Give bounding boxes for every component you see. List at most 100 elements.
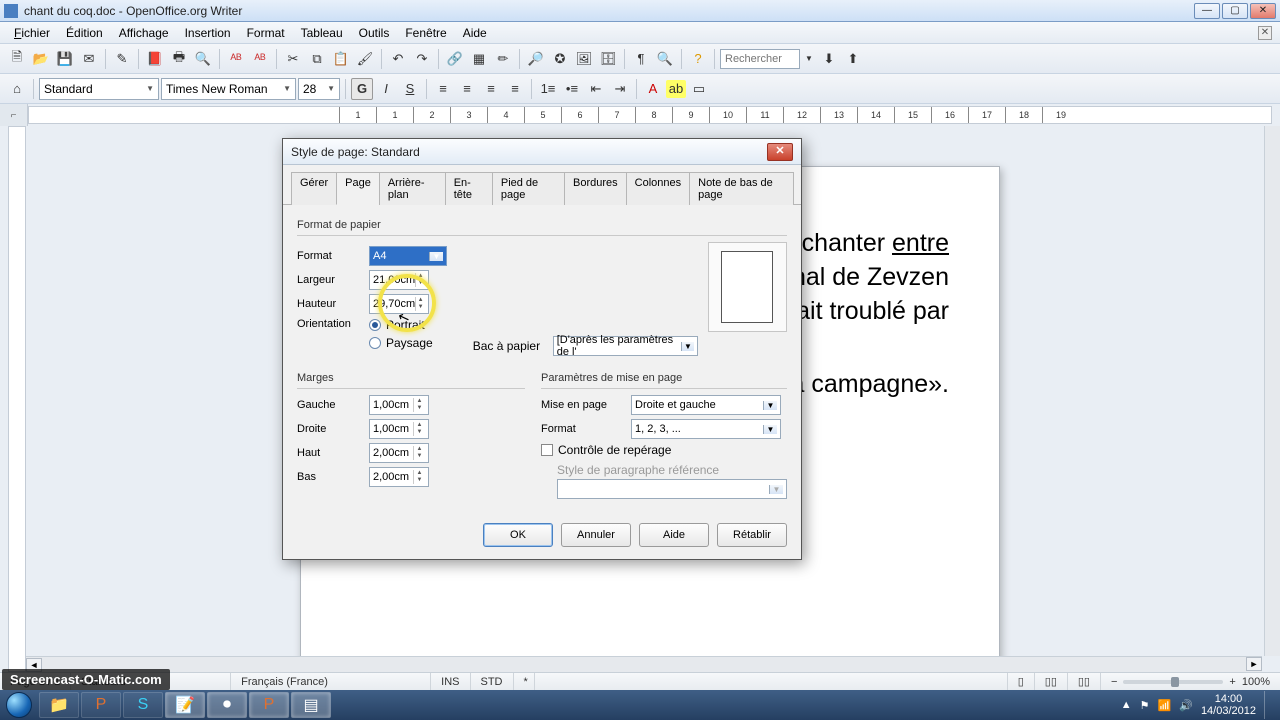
tab-gerer[interactable]: Gérer bbox=[291, 172, 337, 205]
menu-insertion[interactable]: Insertion bbox=[177, 24, 239, 42]
margin-top-spinner[interactable]: 2,00cm▲▼ bbox=[369, 443, 429, 463]
view-multi-icon[interactable]: ▯▯ bbox=[1034, 673, 1067, 690]
align-center-icon[interactable]: ≡ bbox=[456, 78, 478, 100]
zoom-in-icon[interactable]: + bbox=[1229, 676, 1235, 688]
search-down-icon[interactable]: ⬇ bbox=[818, 48, 840, 70]
tray-flag-icon[interactable]: ⚑ bbox=[1140, 699, 1150, 712]
start-button[interactable] bbox=[0, 690, 38, 720]
close-button[interactable]: ✕ bbox=[1250, 3, 1276, 19]
margin-left-spinner[interactable]: 1,00cm▲▼ bbox=[369, 395, 429, 415]
save-icon[interactable]: 💾 bbox=[54, 48, 76, 70]
menu-format[interactable]: Format bbox=[239, 24, 293, 42]
status-std[interactable]: STD bbox=[471, 673, 514, 690]
dialog-close-button[interactable]: ✕ bbox=[767, 143, 793, 161]
tab-note[interactable]: Note de bas de page bbox=[689, 172, 794, 205]
show-draw-icon[interactable]: ✏ bbox=[492, 48, 514, 70]
zoom-out-icon[interactable]: − bbox=[1111, 676, 1117, 688]
controle-reperage-checkbox[interactable] bbox=[541, 444, 553, 456]
format-paintbrush-icon[interactable]: 🖌 bbox=[354, 48, 376, 70]
increase-indent-icon[interactable]: ⇥ bbox=[609, 78, 631, 100]
menu-aide[interactable]: Aide bbox=[455, 24, 495, 42]
aide-button[interactable]: Aide bbox=[639, 523, 709, 547]
open-icon[interactable]: 📂 bbox=[30, 48, 52, 70]
hyperlink-icon[interactable]: 🔗 bbox=[444, 48, 466, 70]
minimize-button[interactable]: — bbox=[1194, 3, 1220, 19]
retablir-button[interactable]: Rétablir bbox=[717, 523, 787, 547]
maximize-button[interactable]: ▢ bbox=[1222, 3, 1248, 19]
view-book-icon[interactable]: ▯▯ bbox=[1067, 673, 1100, 690]
gallery-icon[interactable]: 🖼 bbox=[573, 48, 595, 70]
margin-bottom-spinner[interactable]: 2,00cm▲▼ bbox=[369, 467, 429, 487]
navigator-icon[interactable]: ✪ bbox=[549, 48, 571, 70]
align-right-icon[interactable]: ≡ bbox=[480, 78, 502, 100]
pdf-export-icon[interactable]: 📕 bbox=[144, 48, 166, 70]
font-size-combo[interactable]: 28▼ bbox=[298, 78, 340, 100]
menu-fichier[interactable]: FFichierichier bbox=[6, 24, 58, 42]
menu-outils[interactable]: Outils bbox=[351, 24, 398, 42]
background-color-icon[interactable]: ▭ bbox=[688, 78, 710, 100]
status-language[interactable]: Français (France) bbox=[231, 673, 431, 690]
redo-icon[interactable]: ↷ bbox=[411, 48, 433, 70]
task-recorder-icon[interactable]: ⏺ bbox=[207, 692, 247, 718]
print-preview-icon[interactable]: 🔍 bbox=[192, 48, 214, 70]
task-impress-icon[interactable]: ▤ bbox=[291, 692, 331, 718]
mise-en-page-dropdown[interactable]: Droite et gauche▼ bbox=[631, 395, 781, 415]
search-dropdown-icon[interactable]: ▼ bbox=[802, 48, 816, 70]
task-skype-icon[interactable]: S bbox=[123, 692, 163, 718]
horizontal-scrollbar[interactable]: ◄ ► bbox=[26, 656, 1262, 672]
nonprinting-icon[interactable]: ¶ bbox=[630, 48, 652, 70]
tab-page[interactable]: Page bbox=[336, 172, 380, 205]
undo-icon[interactable]: ↶ bbox=[387, 48, 409, 70]
table-icon[interactable]: ▦ bbox=[468, 48, 490, 70]
paste-icon[interactable]: 📋 bbox=[330, 48, 352, 70]
task-powerpoint2-icon[interactable]: P bbox=[249, 692, 289, 718]
vertical-ruler[interactable] bbox=[8, 126, 26, 672]
email-icon[interactable]: ✉ bbox=[78, 48, 100, 70]
print-icon[interactable]: 🖶 bbox=[168, 48, 190, 70]
find-icon[interactable]: 🔎 bbox=[525, 48, 547, 70]
zoom-slider[interactable] bbox=[1123, 680, 1223, 684]
menu-affichage[interactable]: Affichage bbox=[111, 24, 177, 42]
font-name-combo[interactable]: Times New Roman▼ bbox=[161, 78, 296, 100]
bac-dropdown[interactable]: [D'après les paramètres de l'▼ bbox=[553, 336, 698, 356]
tray-volume-icon[interactable]: 🔊 bbox=[1179, 699, 1193, 712]
show-desktop-button[interactable] bbox=[1264, 691, 1272, 719]
task-powerpoint-icon[interactable]: P bbox=[81, 692, 121, 718]
autocheck-icon[interactable]: ᴬᴮ bbox=[249, 48, 271, 70]
align-left-icon[interactable]: ≡ bbox=[432, 78, 454, 100]
annuler-button[interactable]: Annuler bbox=[561, 523, 631, 547]
page-number-format-dropdown[interactable]: 1, 2, 3, ...▼ bbox=[631, 419, 781, 439]
width-spinner[interactable]: 21,00cm▲▼ bbox=[369, 270, 429, 290]
paysage-radio[interactable] bbox=[369, 337, 381, 349]
portrait-radio[interactable] bbox=[369, 319, 381, 331]
styles-window-icon[interactable]: ⌂ bbox=[6, 78, 28, 100]
paper-format-dropdown[interactable]: A4▼ bbox=[369, 246, 447, 266]
system-tray[interactable]: ▲ ⚑ 📶 🔊 14:00 14/03/2012 bbox=[1113, 691, 1280, 719]
new-doc-icon[interactable]: 🗎 bbox=[6, 48, 28, 70]
cut-icon[interactable]: ✂ bbox=[282, 48, 304, 70]
edit-icon[interactable]: ✎ bbox=[111, 48, 133, 70]
tab-entete[interactable]: En-tête bbox=[445, 172, 493, 205]
italic-button[interactable]: I bbox=[375, 78, 397, 100]
datasources-icon[interactable]: 🗄 bbox=[597, 48, 619, 70]
numbered-list-icon[interactable]: 1≡ bbox=[537, 78, 559, 100]
tray-arrow-icon[interactable]: ▲ bbox=[1121, 699, 1132, 711]
task-explorer-icon[interactable]: 📁 bbox=[39, 692, 79, 718]
horizontal-ruler[interactable]: 112345678910111213141516171819 bbox=[28, 106, 1272, 124]
document-close-button[interactable]: ✕ bbox=[1258, 26, 1272, 40]
tray-clock[interactable]: 14:00 14/03/2012 bbox=[1201, 693, 1256, 717]
font-color-icon[interactable]: A bbox=[642, 78, 664, 100]
view-single-icon[interactable]: ▯ bbox=[1007, 673, 1034, 690]
bold-button[interactable]: G bbox=[351, 78, 373, 100]
underline-button[interactable]: S bbox=[399, 78, 421, 100]
menu-tableau[interactable]: Tableau bbox=[293, 24, 351, 42]
ok-button[interactable]: OK bbox=[483, 523, 553, 547]
search-up-icon[interactable]: ⬆ bbox=[842, 48, 864, 70]
align-justify-icon[interactable]: ≡ bbox=[504, 78, 526, 100]
copy-icon[interactable]: ⧉ bbox=[306, 48, 328, 70]
tray-network-icon[interactable]: 📶 bbox=[1158, 699, 1172, 712]
tab-colonnes[interactable]: Colonnes bbox=[626, 172, 690, 205]
spellcheck-icon[interactable]: ᴬᴮ bbox=[225, 48, 247, 70]
zoom-value[interactable]: 100% bbox=[1242, 676, 1270, 688]
bullet-list-icon[interactable]: •≡ bbox=[561, 78, 583, 100]
